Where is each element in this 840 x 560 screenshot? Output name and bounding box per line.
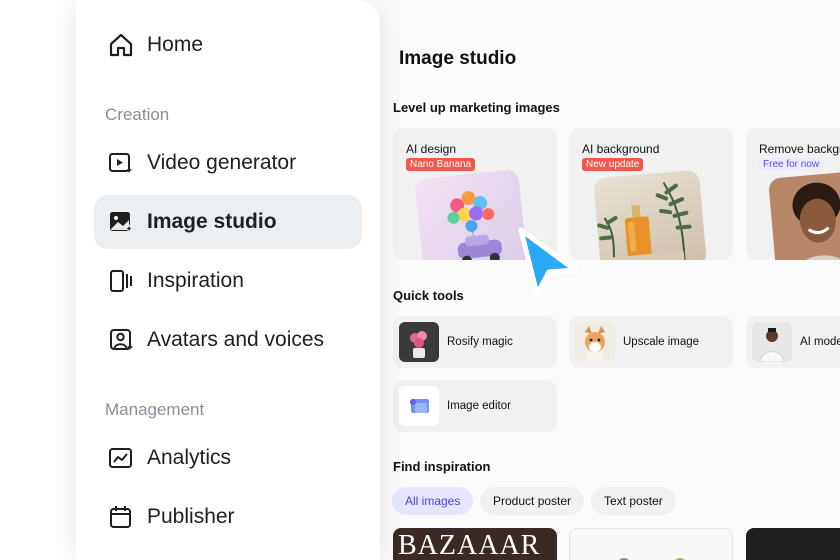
- feature-card-title: Remove backgr: [759, 142, 840, 156]
- inspiration-card[interactable]: [569, 528, 733, 560]
- filter-chip-product-poster[interactable]: Product poster: [480, 487, 585, 515]
- main-content: Image studio Level up marketing images A…: [380, 0, 840, 560]
- ai-background-preview-image: [593, 169, 707, 260]
- feature-card-remove-background[interactable]: Remove backgr Free for now: [746, 128, 840, 260]
- section-heading-marketing: Level up marketing images: [393, 100, 560, 115]
- sidebar-item-label: Inspiration: [147, 269, 244, 292]
- sidebar-item-video-generator[interactable]: Video generator: [94, 136, 362, 190]
- sidebar-item-publisher[interactable]: Publisher: [94, 490, 362, 544]
- upscale-thumbnail: [575, 322, 615, 362]
- page-title: Image studio: [399, 48, 517, 69]
- sidebar-item-inspiration[interactable]: Inspiration: [94, 254, 362, 308]
- feature-card-badge: Nano Banana: [406, 158, 476, 171]
- ai-design-preview-image: [414, 168, 528, 260]
- tool-card-upscale-image[interactable]: Upscale image: [569, 316, 733, 368]
- home-icon: [108, 32, 134, 58]
- sidebar-item-image-studio[interactable]: Image studio: [94, 195, 362, 249]
- filter-chip-all-images[interactable]: All images: [392, 487, 474, 515]
- rosify-thumbnail: [399, 322, 439, 362]
- sidebar-item-label: Analytics: [147, 446, 232, 469]
- section-heading-find-inspiration: Find inspiration: [393, 459, 491, 474]
- sidebar-item-label: Publisher: [147, 505, 235, 528]
- feature-card-title: AI background: [582, 142, 660, 156]
- inspiration-card-title: BAZAAAR: [398, 530, 541, 560]
- sidebar-item-label: Video generator: [147, 151, 297, 174]
- sidebar-item-avatars-voices[interactable]: Avatars and voices: [94, 313, 362, 367]
- calendar-icon: [108, 504, 134, 530]
- tool-card-label: Rosify magic: [447, 336, 513, 348]
- image-editor-thumbnail: [399, 386, 439, 426]
- inspiration-icon: [108, 268, 134, 294]
- sidebar-item-label: Home: [147, 33, 204, 56]
- tool-card-label: AI mode: [800, 336, 840, 348]
- section-label-management: Management: [105, 400, 205, 419]
- image-studio-icon: [108, 209, 134, 235]
- pointer-cursor-icon: [515, 224, 581, 303]
- sidebar: Home Creation Video generator Image stud…: [76, 0, 380, 560]
- feature-card-badge: New update: [582, 158, 644, 171]
- feature-card-title: AI design: [406, 142, 457, 156]
- sidebar-item-label: Image studio: [147, 210, 277, 233]
- avatar-icon: [108, 327, 134, 353]
- tool-card-label: Upscale image: [623, 336, 700, 348]
- inspiration-card[interactable]: BAZAAAR: [393, 528, 557, 560]
- ai-mode-thumbnail: [752, 322, 792, 362]
- filter-chip-text-poster[interactable]: Text poster: [591, 487, 676, 515]
- tool-card-ai-mode[interactable]: AI mode: [746, 316, 840, 368]
- tool-card-label: Image editor: [447, 400, 511, 412]
- inspiration-card-image: [619, 558, 685, 560]
- sidebar-item-analytics[interactable]: Analytics: [94, 431, 362, 485]
- feature-card-ai-background[interactable]: AI background New update: [569, 128, 733, 260]
- remove-background-preview-image: [768, 169, 840, 260]
- main-background: [380, 0, 840, 560]
- feature-card-badge: Free for now: [759, 158, 824, 171]
- section-label-creation: Creation: [105, 105, 170, 124]
- section-heading-quick-tools: Quick tools: [393, 288, 464, 303]
- sidebar-item-label: Avatars and voices: [147, 328, 325, 351]
- sidebar-item-home[interactable]: Home: [94, 18, 362, 72]
- tool-card-image-editor[interactable]: Image editor: [393, 380, 557, 432]
- inspiration-card[interactable]: [746, 528, 840, 560]
- analytics-icon: [108, 445, 134, 471]
- tool-card-rosify-magic[interactable]: Rosify magic: [393, 316, 557, 368]
- video-generator-icon: [108, 150, 134, 176]
